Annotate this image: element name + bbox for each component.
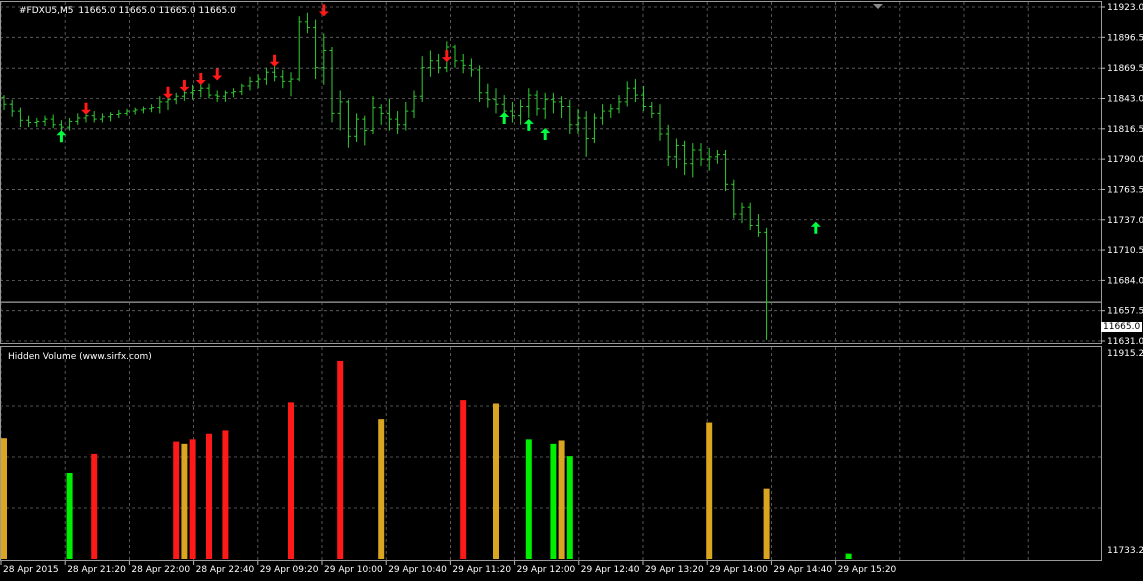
price-tick-label: 11816.5: [1107, 125, 1143, 135]
volume-bar: [706, 422, 713, 559]
time-tick-label: 29 Apr 09:20: [260, 565, 319, 575]
volume-bar: [566, 456, 573, 559]
volume-bar: [558, 440, 565, 559]
symbol-label: #FDXU5,M5 11665.0 11665.0 11665.0 11665.…: [19, 6, 236, 16]
time-tick-label: 29 Apr 14:00: [709, 565, 768, 575]
time-tick-label: 29 Apr 13:20: [645, 565, 704, 575]
time-tick-label: 29 Apr 12:00: [517, 565, 576, 575]
volume-bar: [91, 453, 98, 559]
volume-bar: [525, 439, 532, 559]
chart-shift-marker-icon[interactable]: [873, 4, 883, 9]
ohlc-text: 11665.0 11665.0 11665.0 11665.0: [78, 6, 236, 16]
volume-bar: [337, 360, 344, 559]
time-tick-label: 29 Apr 12:40: [581, 565, 640, 575]
volume-scale-bottom: 11733.22: [1107, 546, 1143, 556]
price-tick-label: 11737.0: [1107, 216, 1143, 226]
volume-bar: [460, 400, 467, 559]
price-tick-label: 11790.0: [1107, 155, 1143, 165]
time-tick-label: 29 Apr 10:40: [388, 565, 447, 575]
price-tick-label: 11869.5: [1107, 64, 1143, 74]
price-tick-label: 11631.0: [1107, 337, 1143, 347]
trading-chart-window: 11923.0 11896.5 11869.5 11843.0 11816.5 11790…: [0, 0, 1143, 577]
volume-bar: [181, 443, 188, 559]
price-tick-label: 11843.0: [1107, 95, 1143, 105]
current-price-tag: 11665.0: [1101, 322, 1143, 332]
time-tick-label: 29 Apr 11:20: [452, 565, 511, 575]
volume-bar: [1, 438, 7, 559]
volume-bar: [550, 443, 557, 559]
price-tick-label: 11657.5: [1107, 307, 1143, 317]
symbol-text: #FDXU5,M5: [19, 6, 74, 16]
volume-bar: [378, 419, 385, 559]
chart-canvas[interactable]: 11923.0 11896.5 11869.5 11843.0 11816.5 11790…: [0, 0, 1143, 577]
volume-bar: [206, 433, 212, 559]
time-tick-label: 28 Apr 21:20: [67, 565, 126, 575]
time-tick-label: 28 Apr 22:40: [196, 565, 255, 575]
price-tick-label: 11763.5: [1107, 185, 1143, 195]
volume-bar: [222, 430, 229, 559]
volume-bar: [763, 488, 770, 559]
price-tick-label: 11684.0: [1107, 276, 1143, 286]
time-tick-label: 28 Apr 22:00: [131, 565, 190, 575]
volume-scale-top: 11915.27: [1107, 349, 1143, 359]
price-tick-label: 11710.5: [1107, 246, 1143, 256]
indicator-title: Hidden Volume (www.sirfx.com): [8, 352, 152, 362]
volume-bar: [845, 553, 852, 559]
time-tick-label: 28 Apr 2015: [3, 565, 59, 575]
volume-bar: [189, 439, 196, 559]
volume-bar: [173, 441, 180, 559]
price-tick-label: 11896.5: [1107, 33, 1143, 43]
volume-bar: [493, 403, 499, 559]
time-tick-label: 29 Apr 10:00: [324, 565, 383, 575]
time-tick-label: 29 Apr 15:20: [838, 565, 897, 575]
volume-bar: [66, 472, 73, 559]
volume-bar: [288, 402, 294, 559]
time-tick-label: 29 Apr 14:40: [773, 565, 832, 575]
price-tick-label: 11923.0: [1107, 3, 1143, 13]
